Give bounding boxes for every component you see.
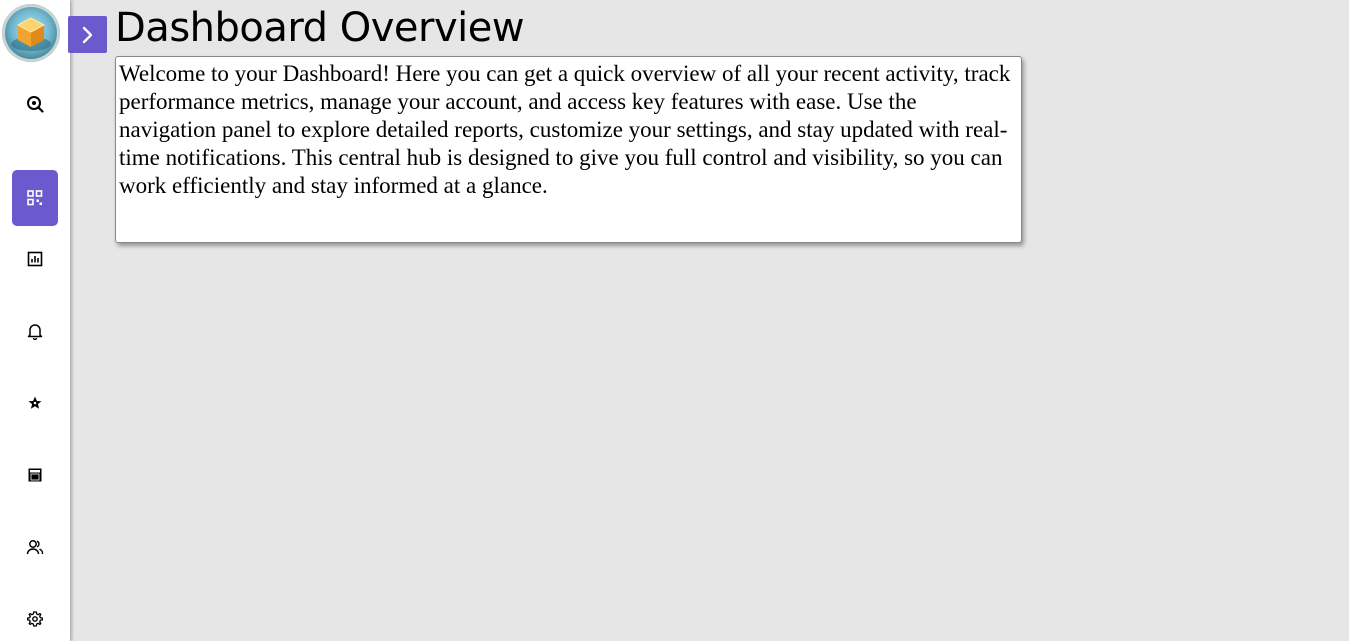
dashboard-grid-icon: [27, 190, 43, 206]
page-title: Dashboard Overview: [115, 5, 525, 51]
sidebar-item-store[interactable]: [12, 447, 58, 503]
bar-chart-icon: [27, 251, 43, 267]
sidebar-item-dashboard[interactable]: [12, 170, 58, 226]
zoom-search-icon: [27, 96, 44, 113]
chevron-right-icon: [82, 26, 92, 43]
sidebar-item-notifications[interactable]: [12, 303, 58, 359]
sidebar-item-analytics[interactable]: [12, 231, 58, 287]
sidebar-item-settings[interactable]: [12, 591, 58, 641]
app-logo[interactable]: [2, 4, 60, 62]
cube-logo-icon: [11, 17, 51, 51]
sidebar: [0, 0, 70, 641]
bell-icon: [27, 324, 43, 340]
users-icon: [26, 540, 44, 555]
welcome-message: Welcome to your Dashboard! Here you can …: [115, 56, 1022, 243]
store-icon: [28, 468, 42, 482]
sidebar-item-search[interactable]: [12, 76, 58, 132]
sidebar-item-users[interactable]: [12, 519, 58, 575]
sidebar-item-favorites[interactable]: [12, 375, 58, 431]
gear-icon: [27, 611, 43, 627]
star-icon: [28, 396, 42, 409]
sidebar-toggle-button[interactable]: [68, 16, 107, 53]
